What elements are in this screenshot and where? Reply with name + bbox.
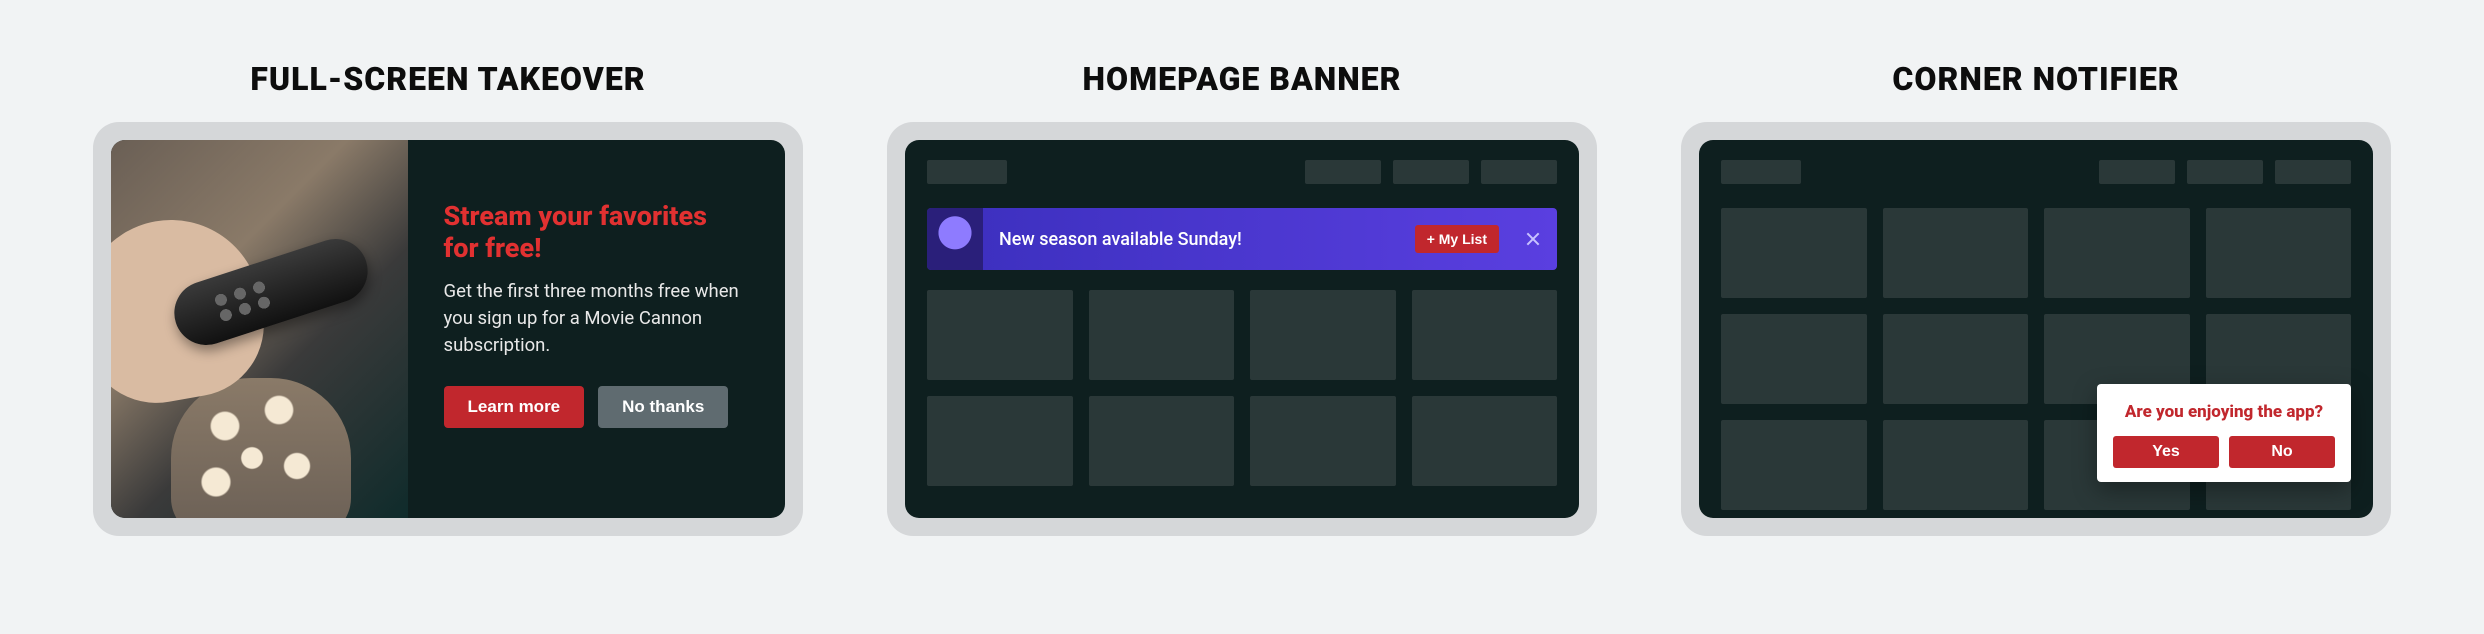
- popcorn-illustration: [171, 378, 351, 518]
- fullscreen-takeover-layout: Stream your favorites for free! Get the …: [111, 140, 785, 518]
- content-grid: [927, 290, 1557, 486]
- corner-notifier-card: Are you enjoying the app? Yes No: [2097, 384, 2351, 482]
- content-tile-placeholder: [1883, 208, 2029, 298]
- takeover-headline: Stream your favorites for free!: [444, 200, 745, 264]
- example-fullscreen-takeover: FULL-SCREEN TAKEOVER Stream your favorit…: [93, 60, 803, 536]
- no-thanks-button[interactable]: No thanks: [598, 386, 728, 428]
- tv-tab-placeholder: [1393, 160, 1469, 184]
- banner-thumbnail: [927, 208, 983, 270]
- content-tile-placeholder: [1089, 290, 1235, 380]
- learn-more-button[interactable]: Learn more: [444, 386, 585, 428]
- homepage-banner[interactable]: New season available Sunday! + My List: [927, 208, 1557, 270]
- tv-screen: New season available Sunday! + My List: [905, 140, 1579, 518]
- tv-tab-placeholder: [2187, 160, 2263, 184]
- content-tile-placeholder: [1721, 314, 1867, 404]
- content-tile-placeholder: [1250, 290, 1396, 380]
- corner-notifier-title: Are you enjoying the app?: [2113, 402, 2335, 422]
- add-my-list-button[interactable]: + My List: [1415, 225, 1499, 253]
- device-frame: New season available Sunday! + My List: [887, 122, 1597, 536]
- content-tile-placeholder: [1412, 396, 1558, 486]
- device-frame: Stream your favorites for free! Get the …: [93, 122, 803, 536]
- example-title: HOMEPAGE BANNER: [1083, 60, 1402, 98]
- takeover-copy-panel: Stream your favorites for free! Get the …: [408, 140, 785, 518]
- corner-notifier-buttons: Yes No: [2113, 436, 2335, 468]
- tv-ui-skeleton: New season available Sunday! + My List: [905, 140, 1579, 518]
- device-frame: Are you enjoying the app? Yes No: [1681, 122, 2391, 536]
- tv-topbar: [1721, 160, 2351, 184]
- example-corner-notifier: CORNER NOTIFIER: [1681, 60, 2391, 536]
- tv-tabs: [1305, 160, 1557, 184]
- example-title: CORNER NOTIFIER: [1892, 60, 2179, 98]
- content-tile-placeholder: [927, 290, 1073, 380]
- content-tile-placeholder: [1412, 290, 1558, 380]
- tv-tab-placeholder: [2275, 160, 2351, 184]
- tv-tab-placeholder: [2099, 160, 2175, 184]
- example-title: FULL-SCREEN TAKEOVER: [250, 60, 645, 98]
- content-tile-placeholder: [1089, 396, 1235, 486]
- tv-logo-placeholder: [1721, 160, 1801, 184]
- banner-text: New season available Sunday!: [999, 229, 1399, 250]
- close-icon[interactable]: [1525, 231, 1541, 247]
- example-homepage-banner: HOMEPAGE BANNER New season available Sun…: [887, 60, 1597, 536]
- content-tile-placeholder: [2206, 208, 2352, 298]
- tv-screen: Are you enjoying the app? Yes No: [1699, 140, 2373, 518]
- takeover-hero-image: [111, 140, 408, 518]
- content-tile-placeholder: [1250, 396, 1396, 486]
- content-tile-placeholder: [1721, 208, 1867, 298]
- tv-logo-placeholder: [927, 160, 1007, 184]
- tv-tab-placeholder: [1481, 160, 1557, 184]
- tv-tab-placeholder: [1305, 160, 1381, 184]
- content-tile-placeholder: [1883, 420, 2029, 510]
- content-tile-placeholder: [927, 396, 1073, 486]
- content-tile-placeholder: [1883, 314, 2029, 404]
- no-button[interactable]: No: [2229, 436, 2335, 468]
- yes-button[interactable]: Yes: [2113, 436, 2219, 468]
- tv-topbar: [927, 160, 1557, 184]
- tv-tabs: [2099, 160, 2351, 184]
- takeover-button-row: Learn more No thanks: [444, 386, 745, 428]
- tv-screen: Stream your favorites for free! Get the …: [111, 140, 785, 518]
- takeover-body-text: Get the first three months free when you…: [444, 278, 745, 358]
- content-tile-placeholder: [2044, 208, 2190, 298]
- content-tile-placeholder: [1721, 420, 1867, 510]
